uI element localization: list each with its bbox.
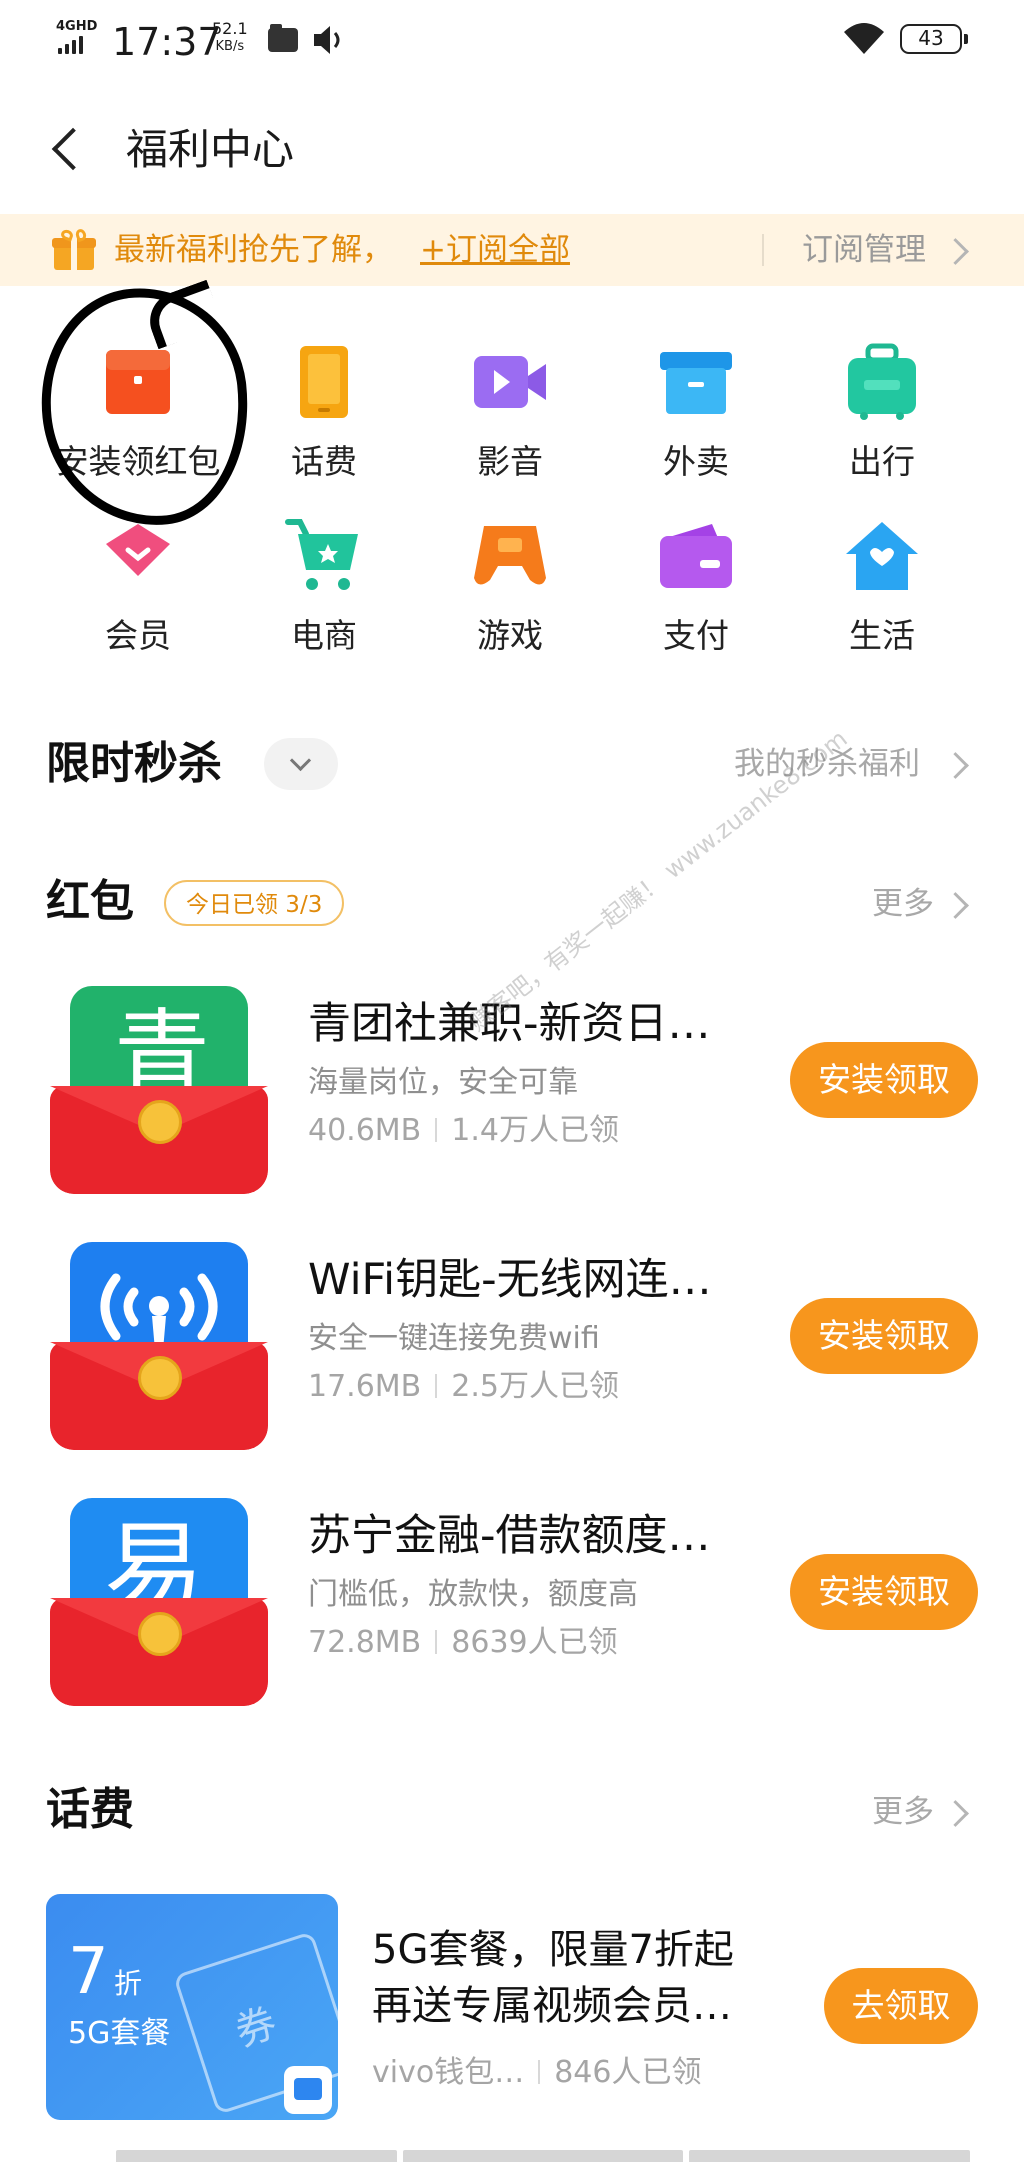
shopping-cart-icon [285,519,358,590]
app-claim-count: 1.4万人已领 [451,1113,619,1148]
app-size: 40.6MB [308,1113,422,1148]
app-desc: 安全一键连接免费wifi [308,1321,600,1356]
red-packet-title: 红包 [46,876,134,927]
category-label: 生活 [849,616,915,655]
gift-icon [52,227,96,270]
category-phone-bill[interactable]: 话费 [234,332,414,482]
page-title: 福利中心 [126,125,295,174]
category-life[interactable]: 生活 [792,506,972,656]
list-item[interactable]: 青 青团社兼职-新资日… 海量岗位，安全可靠 40.6MB 1.4万人已领 安装领… [0,986,1024,1206]
video-camera-icon [474,356,546,408]
flash-sale-dropdown[interactable] [264,738,338,790]
house-icon [846,522,918,590]
qingtuanshe-icon: 青 [50,986,268,1194]
card-5g-label: 5G套餐 [68,2016,171,2051]
speaker-icon [314,26,340,54]
category-label: 游戏 [477,616,543,655]
chevron-right-icon [942,238,969,265]
net-speed: 52.1 KB/s [212,20,248,56]
subscribe-banner: 最新福利抢先了解， +订阅全部 订阅管理 [0,214,1024,286]
status-time: 17:37 [112,20,222,64]
category-payment[interactable]: 支付 [606,506,786,656]
app-claim-count: 8639人已领 [451,1625,618,1660]
vivo-wallet-icon [284,2066,332,2114]
wifi-key-icon [50,1242,268,1450]
offer-meta: vivo钱包… 846人已领 [372,2052,701,2094]
category-membership[interactable]: 会员 [48,506,228,656]
app-size: 72.8MB [308,1625,422,1660]
list-item[interactable]: WiFi钥匙-无线网连… 安全一键连接免费wifi 17.6MB 2.5万人已领 … [0,1242,1024,1462]
app-meta: 40.6MB 1.4万人已领 [308,1110,619,1152]
subscription-manage-link[interactable]: 订阅管理 [802,228,926,272]
phone-bill-title: 话费 [46,1784,134,1835]
red-packet-more-link[interactable]: 更多 [872,882,934,926]
folder-icon [268,24,298,52]
discount-number: 7 [68,1935,109,2009]
category-media[interactable]: 影音 [420,332,600,482]
install-claim-button[interactable]: 安装领取 [790,1042,978,1118]
bottom-tab-edge [116,2150,971,2162]
status-bar: 4GHD 17:37 52.1 KB/s 43 [0,0,1024,84]
net-speed-unit: KB/s [215,39,245,54]
signal-icon [58,36,83,54]
offer-claim-count: 846人已领 [554,2055,702,2090]
subscribe-all-link[interactable]: +订阅全部 [420,228,570,272]
diamond-icon [106,524,170,576]
offer-title: 5G套餐，限量7折起再送专属视频会员… [372,1927,734,2029]
back-button[interactable] [46,122,86,178]
phone-bill-card-image[interactable]: 券 7 折 5G套餐 [46,1894,338,2120]
discount-unit: 折 [114,1967,143,2000]
flash-sale-title: 限时秒杀 [46,738,222,789]
list-item[interactable]: 易 苏宁金融-借款额度… 门槛低，放款快，额度高 72.8MB 8639人已领 安… [0,1498,1024,1718]
category-label: 会员 [105,616,171,655]
app-meta: 72.8MB 8639人已领 [308,1622,618,1664]
category-label: 电商 [291,616,357,655]
category-label: 出行 [849,442,915,481]
app-name: WiFi钥匙-无线网连… [308,1255,712,1305]
chevron-right-icon [942,1800,969,1827]
takeout-box-icon [660,352,732,414]
banner-text: 最新福利抢先了解， [114,232,393,268]
app-desc: 门槛低，放款快，额度高 [308,1577,638,1612]
luggage-icon [848,343,916,420]
page-header: 福利中心 [0,100,1024,200]
daily-claim-badge: 今日已领 3/3 [164,880,345,926]
app-claim-count: 2.5万人已领 [451,1369,619,1404]
net-speed-value: 52.1 [212,19,248,38]
chevron-right-icon [942,752,969,779]
phone-bill-more-link[interactable]: 更多 [872,1790,934,1834]
category-games[interactable]: 游戏 [420,506,600,656]
network-type: 4GHD [56,19,98,34]
gamepad-icon [474,526,546,585]
app-size: 17.6MB [308,1369,422,1404]
divider [762,234,764,266]
category-label: 外卖 [663,442,729,481]
wallet-icon [660,524,732,588]
category-label: 话费 [291,442,357,481]
app-meta: 17.6MB 2.5万人已领 [308,1366,619,1408]
battery-indicator: 43 [900,24,968,54]
suning-finance-icon: 易 [50,1498,268,1706]
category-label: 支付 [663,616,729,655]
install-claim-button[interactable]: 安装领取 [790,1298,978,1374]
category-label: 影音 [477,442,543,481]
offer-source: vivo钱包… [372,2055,525,2090]
claim-button[interactable]: 去领取 [824,1968,978,2044]
app-desc: 海量岗位，安全可靠 [308,1065,578,1100]
category-takeout[interactable]: 外卖 [606,332,786,482]
chevron-right-icon [942,892,969,919]
phone-icon [300,346,348,418]
install-claim-button[interactable]: 安装领取 [790,1554,978,1630]
category-travel[interactable]: 出行 [792,332,972,482]
app-name: 苏宁金融-借款额度… [308,1511,711,1561]
wifi-icon [844,23,884,54]
category-ecommerce[interactable]: 电商 [234,506,414,656]
